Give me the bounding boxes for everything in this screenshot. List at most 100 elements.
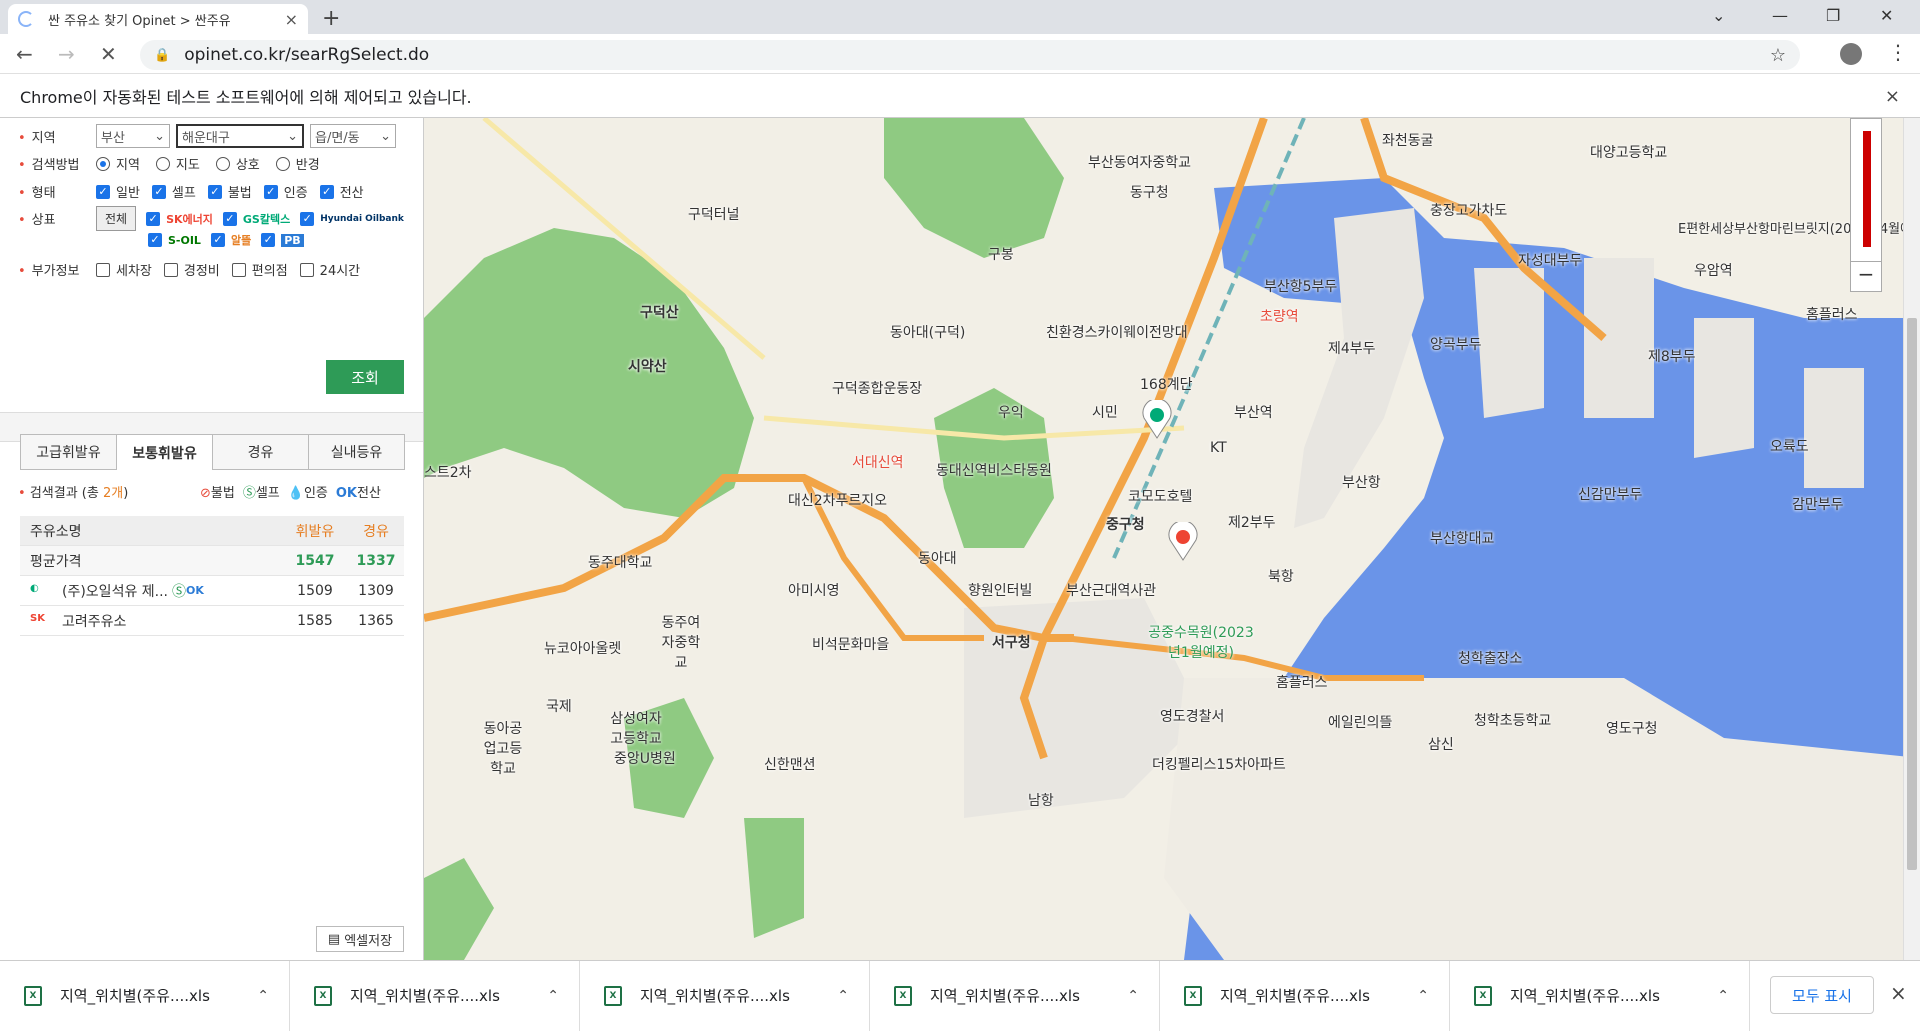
- back-icon[interactable]: ←: [16, 42, 33, 66]
- download-item[interactable]: X 지역_위치별(주유....xls ⌃: [870, 960, 1160, 1031]
- chevron-up-icon[interactable]: ⌃: [1127, 988, 1139, 1004]
- brand-altteul-checkbox[interactable]: ✓: [210, 233, 225, 247]
- tab-premium-gasoline[interactable]: 고급휘발유: [20, 434, 117, 470]
- download-item[interactable]: X 지역_위치별(주유....xls ⌃: [1160, 960, 1450, 1031]
- show-all-downloads-button[interactable]: 모두 표시: [1770, 976, 1874, 1014]
- search-button[interactable]: 조회: [326, 360, 404, 394]
- station-name[interactable]: (주)오일석유 제...: [62, 581, 168, 601]
- tab-kerosene[interactable]: 실내등유: [308, 434, 405, 470]
- infobar-close-icon[interactable]: ×: [1885, 86, 1900, 107]
- browser-tab[interactable]: 싼 주유소 찾기 Opinet > 싼주유 ×: [8, 4, 308, 34]
- type-general-checkbox[interactable]: ✓ 일반: [96, 182, 140, 201]
- brand-hyundai-checkbox[interactable]: ✓: [300, 211, 315, 226]
- station-name[interactable]: 고려주유소: [62, 611, 126, 631]
- excel-file-icon: X: [894, 985, 912, 1006]
- maximize-icon[interactable]: ❐: [1826, 6, 1840, 25]
- window-close-icon[interactable]: ✕: [1880, 6, 1893, 25]
- zoom-level-bar[interactable]: [1863, 131, 1871, 247]
- download-item[interactable]: X 지역_위치별(주유....xls ⌃: [0, 960, 290, 1031]
- brand-pb-checkbox[interactable]: ✓: [261, 233, 276, 247]
- brand-gs-checkbox[interactable]: ✓: [222, 211, 237, 226]
- type-self-checkbox[interactable]: ✓ 셀프: [151, 182, 196, 201]
- table-row[interactable]: SK 고려주유소 1585 1365: [20, 606, 404, 636]
- tab-regular-gasoline[interactable]: 보통휘발유: [116, 434, 213, 470]
- excel-save-button[interactable]: ▤ 엑셀저장: [316, 926, 404, 952]
- tab-diesel[interactable]: 경유: [212, 434, 309, 470]
- map-label: 중구청: [1106, 517, 1145, 533]
- extra-24h-checkbox[interactable]: 24시간: [299, 260, 360, 279]
- result-table: 주유소명 휘발유 경유 평균가격 1547 1337 ◐ (주)오일석유 제...…: [20, 516, 404, 636]
- brand-row-2: ✓ S-OIL ✓ 알뜰 ✓ PB: [148, 232, 314, 248]
- page-scrollbar[interactable]: [1903, 118, 1920, 960]
- tab-strip: 싼 주유소 찾기 Opinet > 싼주유 × + ⌄ — ❐ ✕: [0, 0, 1920, 34]
- header-diesel[interactable]: 경유: [348, 521, 404, 541]
- sk-station-marker-icon[interactable]: [1166, 522, 1200, 562]
- scrollbar-thumb[interactable]: [1907, 318, 1917, 870]
- brand-sk-checkbox[interactable]: ✓: [146, 211, 161, 226]
- excel-file-icon: X: [24, 985, 42, 1006]
- chevron-down-icon: ⌄: [154, 128, 165, 144]
- method-option-name[interactable]: 상호: [215, 154, 260, 173]
- type-row: 형태 ✓ 일반 ✓ 셀프 ✓ 불법 ✓ 인증 ✓ 전산: [18, 182, 364, 201]
- stop-icon[interactable]: ✕: [100, 42, 117, 66]
- extra-store-checkbox[interactable]: 편의점: [231, 260, 288, 279]
- ok-icon: OK: [186, 584, 204, 597]
- type-computer-checkbox[interactable]: ✓ 전산: [319, 182, 364, 201]
- sigungu-select[interactable]: 해운대구 ⌄: [176, 124, 304, 148]
- map-label: 좌천동굴: [1382, 133, 1434, 149]
- method-option-map[interactable]: 지도: [155, 154, 200, 173]
- sk-logo-icon: SK에너지: [166, 212, 213, 226]
- tab-close-icon[interactable]: ×: [285, 10, 298, 29]
- map-label: 서구청: [992, 635, 1031, 651]
- type-certified-checkbox[interactable]: ✓ 인증: [263, 182, 308, 201]
- header-gasoline[interactable]: 휘발유: [282, 521, 348, 541]
- method-option-radius[interactable]: 반경: [275, 154, 320, 173]
- self-icon: Ⓢ: [172, 583, 187, 600]
- minimize-icon[interactable]: —: [1772, 6, 1788, 25]
- method-label: 검색방법: [18, 154, 96, 173]
- download-item[interactable]: X 지역_위치별(주유....xls ⌃: [290, 960, 580, 1031]
- forward-icon[interactable]: →: [58, 42, 75, 66]
- chevron-up-icon[interactable]: ⌃: [257, 988, 269, 1004]
- download-item[interactable]: X 지역_위치별(주유....xls ⌃: [580, 960, 870, 1031]
- type-illegal-checkbox[interactable]: ✓ 불법: [207, 182, 252, 201]
- profile-avatar-icon[interactable]: [1840, 43, 1862, 65]
- downloads-close-icon[interactable]: ×: [1890, 981, 1907, 1005]
- profile-menu-icon[interactable]: ⌄: [1712, 6, 1725, 25]
- brand-soil-checkbox[interactable]: ✓: [148, 233, 162, 247]
- map-label: 우익: [998, 405, 1024, 421]
- check-icon: [96, 262, 110, 277]
- map-view[interactable]: 좌천동굴 부산동여자중학교 동구청 대양고등학교 구덕터널 충장고가차도 E편한…: [424, 118, 1920, 960]
- chrome-menu-icon[interactable]: ⋮: [1888, 40, 1908, 64]
- method-option-region[interactable]: 지역: [96, 154, 140, 173]
- option-label: 상호: [235, 158, 260, 173]
- zoom-control[interactable]: −: [1850, 118, 1882, 292]
- zoom-out-button[interactable]: −: [1851, 261, 1881, 291]
- bookmark-star-icon[interactable]: ☆: [1770, 45, 1786, 66]
- dong-select[interactable]: 읍/면/동 ⌄: [310, 124, 396, 148]
- self-icon: Ⓢ: [242, 486, 256, 501]
- legend-computer: OK전산: [335, 486, 381, 501]
- extra-label: 부가정보: [18, 260, 96, 279]
- gs-station-marker-icon[interactable]: [1140, 400, 1174, 440]
- chevron-up-icon[interactable]: ⌃: [547, 988, 559, 1004]
- sido-select[interactable]: 부산 ⌄: [96, 124, 170, 148]
- address-bar[interactable]: 🔒 opinet.co.kr/searRgSelect.do ☆: [140, 40, 1800, 70]
- excel-icon: ▤: [327, 931, 341, 947]
- download-item[interactable]: X 지역_위치별(주유....xls ⌃: [1450, 960, 1750, 1031]
- new-tab-button[interactable]: +: [322, 6, 340, 31]
- brand-all-button[interactable]: 전체: [96, 206, 137, 231]
- chevron-up-icon[interactable]: ⌃: [837, 988, 849, 1004]
- method-row: 검색방법 지역 지도 상호 반경: [18, 154, 336, 173]
- extra-repair-checkbox[interactable]: 경정비: [163, 260, 220, 279]
- map-label: 신감만부두: [1578, 487, 1643, 503]
- map-label: 동아대: [918, 551, 957, 567]
- map-label: E편한세상부산항마린브릿지(2023년4월예정): [1678, 222, 1920, 237]
- extra-carwash-checkbox[interactable]: 세차장: [96, 260, 152, 279]
- table-row[interactable]: ◐ (주)오일석유 제... Ⓢ OK 1509 1309: [20, 576, 404, 606]
- chevron-up-icon[interactable]: ⌃: [1717, 988, 1729, 1004]
- result-count: • 검색결과 (총 2개): [18, 486, 129, 501]
- result-suffix: ): [123, 486, 129, 501]
- chevron-up-icon[interactable]: ⌃: [1417, 988, 1429, 1004]
- option-label: 지도: [175, 158, 200, 173]
